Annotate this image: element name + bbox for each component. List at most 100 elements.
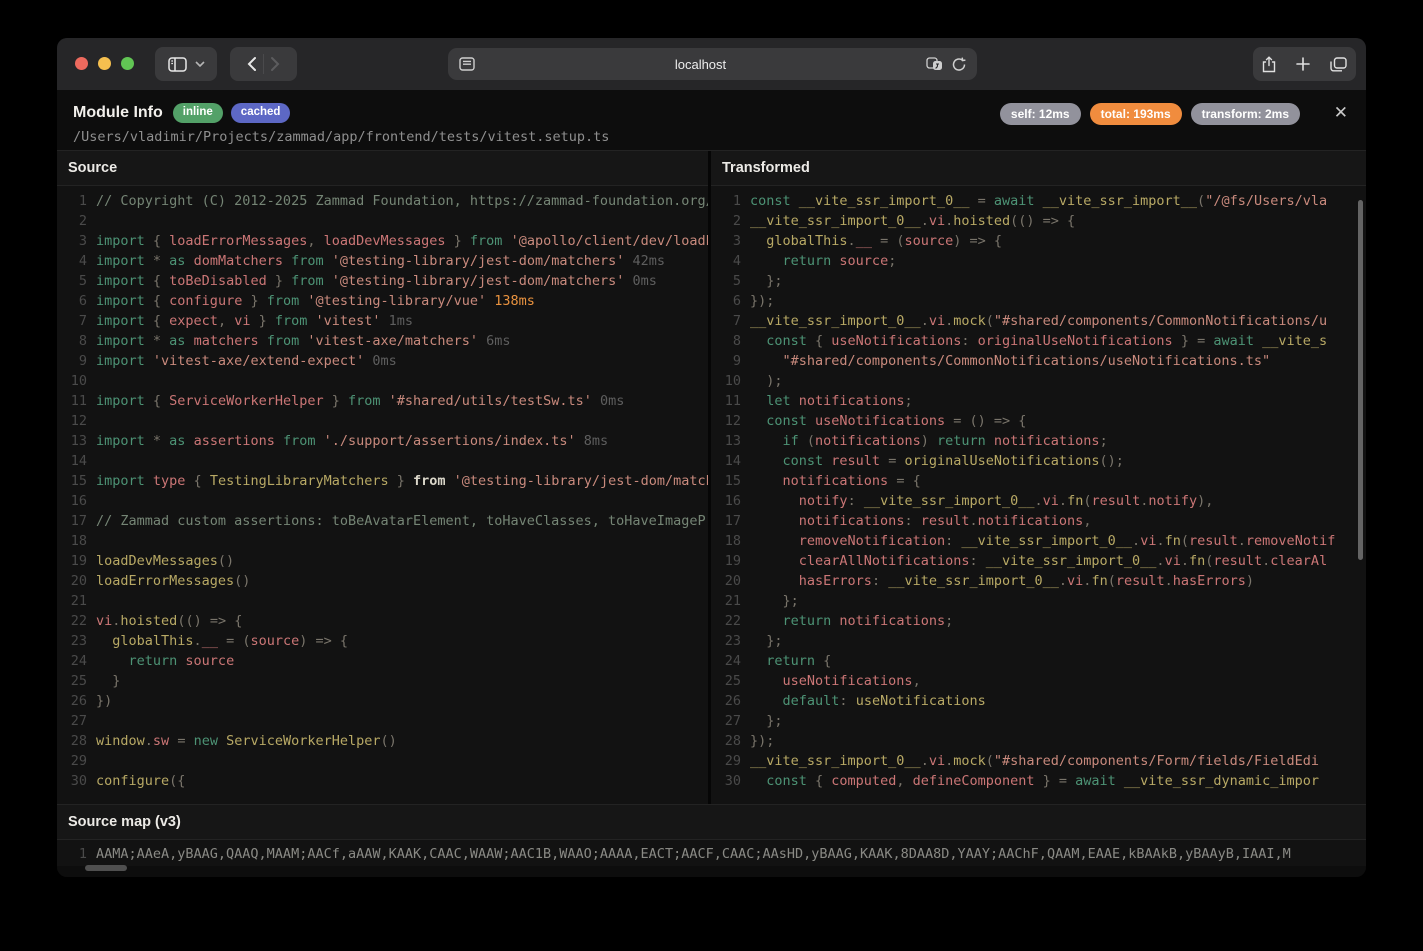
code-line: 9 "#shared/components/CommonNotification… [711, 351, 1366, 371]
back-icon[interactable] [247, 56, 257, 72]
code-line: 14 const result = originalUseNotificatio… [711, 451, 1366, 471]
screen: localhost [0, 0, 1423, 951]
line-number: 27 [57, 711, 87, 731]
code-line: 20loadErrorMessages() [57, 571, 708, 591]
line-number: 30 [57, 771, 87, 791]
forward-icon[interactable] [270, 56, 280, 72]
code-line: 16 [57, 491, 708, 511]
code-line: 18 [57, 531, 708, 551]
code-line: 27 [57, 711, 708, 731]
module-info-header: Module Info inlinecached self: 12mstotal… [57, 90, 1366, 150]
timing-badges: self: 12mstotal: 193mstransform: 2ms [1000, 103, 1300, 125]
translate-icon[interactable] [926, 57, 944, 72]
tabs-icon[interactable] [1330, 57, 1347, 72]
code-panels: Source 1// Copyright (C) 2012-2025 Zamma… [57, 150, 1366, 804]
url-text: localhost [475, 57, 926, 72]
code-line: 9import 'vitest-axe/extend-expect' 0ms [57, 351, 708, 371]
close-icon[interactable]: ✕ [1330, 99, 1352, 127]
code-line: 19 clearAllNotifications: __vite_ssr_imp… [711, 551, 1366, 571]
line-number: 10 [57, 371, 87, 391]
code-line: 2__vite_ssr_import_0__.vi.hoisted(() => … [711, 211, 1366, 231]
line-number: 13 [57, 431, 87, 451]
code-line: 25 useNotifications, [711, 671, 1366, 691]
line-number: 2 [711, 211, 741, 231]
line-number: 9 [57, 351, 87, 371]
module-inspector-page: Module Info inlinecached self: 12mstotal… [57, 90, 1366, 877]
minimize-window-button[interactable] [98, 57, 111, 70]
browser-toolbar: localhost [57, 38, 1366, 90]
sourcemap-title: Source map (v3) [57, 805, 1366, 840]
line-number: 20 [57, 571, 87, 591]
code-line: 5 }; [711, 271, 1366, 291]
module-file-path: /Users/vladimir/Projects/zammad/app/fron… [73, 129, 1350, 145]
close-window-button[interactable] [75, 57, 88, 70]
share-icon[interactable] [1262, 56, 1276, 73]
code-line: 23 globalThis.__ = (source) => { [57, 631, 708, 651]
vertical-scrollbar[interactable] [1358, 200, 1363, 560]
code-line: 6import { configure } from '@testing-lib… [57, 291, 708, 311]
line-number: 5 [57, 271, 87, 291]
line-number: 2 [57, 211, 87, 231]
transformed-code-area[interactable]: 1const __vite_ssr_import_0__ = await __v… [711, 186, 1366, 804]
zoom-window-button[interactable] [121, 57, 134, 70]
line-number: 6 [711, 291, 741, 311]
code-line: 6}); [711, 291, 1366, 311]
transformed-panel: Transformed 1const __vite_ssr_import_0__… [711, 151, 1366, 804]
new-tab-icon[interactable] [1296, 57, 1310, 71]
status-badge: cached [231, 103, 291, 123]
source-code-area[interactable]: 1// Copyright (C) 2012-2025 Zammad Found… [57, 186, 708, 804]
code-line: 14 [57, 451, 708, 471]
timing-badge: transform: 2ms [1191, 103, 1300, 125]
code-line: 3import { loadErrorMessages, loadDevMess… [57, 231, 708, 251]
nav-button-group [230, 47, 297, 81]
nav-divider [263, 54, 264, 74]
code-line: 15import type { TestingLibraryMatchers }… [57, 471, 708, 491]
code-line: 10 ); [711, 371, 1366, 391]
code-line: 28}); [711, 731, 1366, 751]
code-line: 7__vite_ssr_import_0__.vi.mock("#shared/… [711, 311, 1366, 331]
line-number: 24 [711, 651, 741, 671]
line-number: 21 [57, 591, 87, 611]
module-badges: inlinecached [173, 103, 291, 123]
line-number: 9 [711, 351, 741, 371]
line-number: 19 [711, 551, 741, 571]
line-number: 1 [711, 191, 741, 211]
line-number: 24 [57, 651, 87, 671]
line-number: 11 [711, 391, 741, 411]
line-number: 21 [711, 591, 741, 611]
line-number: 4 [57, 251, 87, 271]
code-line: 28window.sw = new ServiceWorkerHelper() [57, 731, 708, 751]
code-line: 12 [57, 411, 708, 431]
code-line: 23 }; [711, 631, 1366, 651]
code-line: 30 const { computed, defineComponent } =… [711, 771, 1366, 791]
url-field[interactable]: localhost [448, 48, 977, 80]
horizontal-scrollbar[interactable] [85, 865, 127, 871]
sidebar-toggle-button[interactable] [155, 47, 217, 81]
code-line: 13 if (notifications) return notificatio… [711, 431, 1366, 451]
line-number: 23 [57, 631, 87, 651]
code-line: 1const __vite_ssr_import_0__ = await __v… [711, 191, 1366, 211]
code-line: 11import { ServiceWorkerHelper } from '#… [57, 391, 708, 411]
reload-icon[interactable] [952, 57, 966, 72]
line-number: 7 [711, 311, 741, 331]
sourcemap-line: 1 AAMA;AAeA,yBAAG,QAAQ,MAAM;AACf,aAAW,KA… [57, 840, 1366, 866]
line-number: 28 [57, 731, 87, 751]
code-line: 16 notify: __vite_ssr_import_0__.vi.fn(r… [711, 491, 1366, 511]
line-number: 22 [57, 611, 87, 631]
toolbar-right-group [1253, 47, 1356, 81]
chevron-down-icon [195, 61, 205, 67]
code-line: 8 const { useNotifications: originalUseN… [711, 331, 1366, 351]
code-line: 22vi.hoisted(() => { [57, 611, 708, 631]
code-line: 12 const useNotifications = () => { [711, 411, 1366, 431]
line-number: 12 [711, 411, 741, 431]
reader-icon[interactable] [459, 57, 475, 71]
line-number: 11 [57, 391, 87, 411]
code-line: 22 return notifications; [711, 611, 1366, 631]
line-number: 29 [711, 751, 741, 771]
line-number: 29 [57, 751, 87, 771]
code-line: 26}) [57, 691, 708, 711]
line-number: 7 [57, 311, 87, 331]
code-line: 11 let notifications; [711, 391, 1366, 411]
code-line: 19loadDevMessages() [57, 551, 708, 571]
code-line: 24 return { [711, 651, 1366, 671]
